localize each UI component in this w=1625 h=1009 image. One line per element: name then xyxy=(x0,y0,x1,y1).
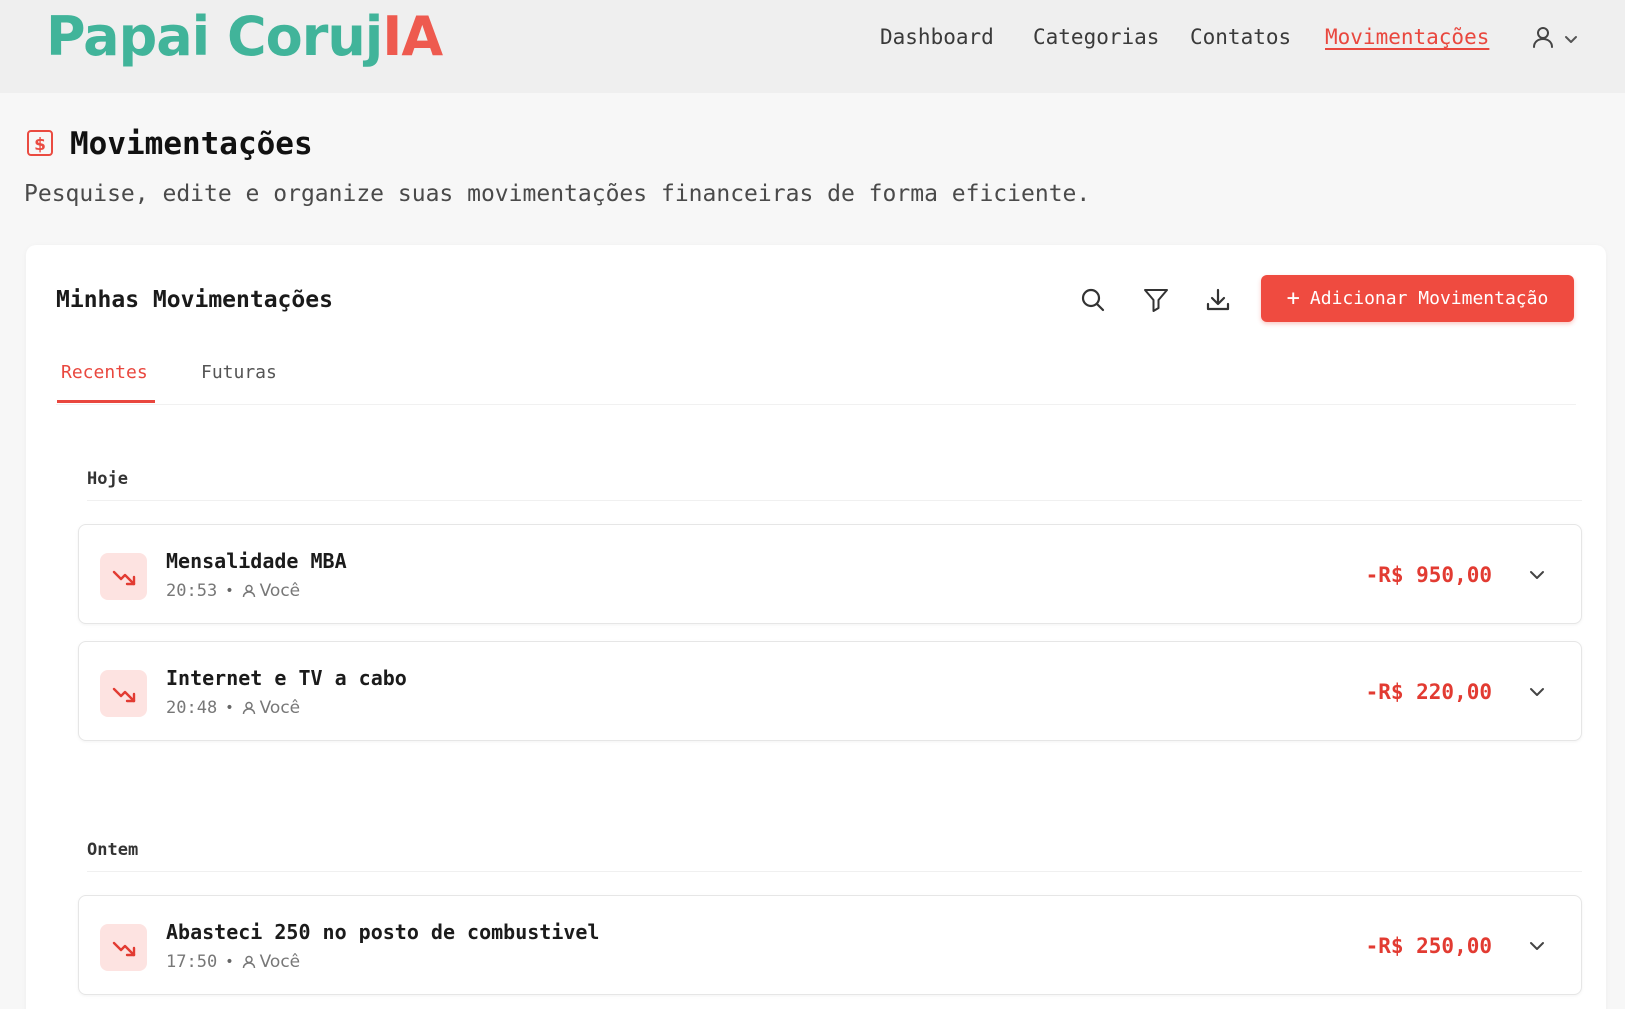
transaction-amount: -R$ 250,00 xyxy=(1365,934,1492,958)
transaction-item[interactable]: Internet e TV a cabo 20:48 • Você -R$ 22… xyxy=(78,641,1582,741)
trending-down-icon xyxy=(100,553,147,600)
transaction-amount: -R$ 220,00 xyxy=(1365,680,1492,704)
transaction-author-name: Você xyxy=(259,581,301,601)
transaction-author-name: Você xyxy=(259,952,301,972)
user-icon xyxy=(242,584,255,598)
page-title: Movimentações xyxy=(70,126,313,162)
transaction-meta: 20:48 • Você xyxy=(166,696,300,720)
card-title: Minhas Movimentações xyxy=(56,287,333,313)
dollar-sign-icon: $ xyxy=(26,128,54,158)
tabs-divider xyxy=(56,404,1576,405)
nav-contatos[interactable]: Contatos xyxy=(1190,22,1291,52)
transaction-author: Você xyxy=(242,696,301,720)
nav-dashboard[interactable]: Dashboard xyxy=(880,22,994,52)
transaction-amount: -R$ 950,00 xyxy=(1365,563,1492,587)
transaction-author: Você xyxy=(242,950,301,974)
group-divider xyxy=(87,871,1582,872)
search-icon[interactable] xyxy=(1078,285,1108,315)
transaction-time: 17:50 xyxy=(166,952,218,972)
download-icon[interactable] xyxy=(1203,285,1233,315)
user-icon xyxy=(242,955,255,969)
separator-dot: • xyxy=(225,583,234,599)
transaction-author-name: Você xyxy=(259,698,301,718)
add-transaction-label: Adicionar Movimentação xyxy=(1309,288,1549,309)
transaction-time: 20:53 xyxy=(166,581,218,601)
plus-icon: + xyxy=(1286,285,1300,311)
page-subtitle: Pesquise, edite e organize suas moviment… xyxy=(24,181,1091,207)
group-divider xyxy=(87,500,1582,501)
transaction-title: Abasteci 250 no posto de combustivel xyxy=(166,920,600,944)
chevron-down-icon[interactable] xyxy=(1525,934,1549,958)
separator-dot: • xyxy=(225,700,234,716)
nav-movimentacoes[interactable]: Movimentações xyxy=(1325,22,1489,52)
transaction-author: Você xyxy=(242,579,301,603)
transaction-item[interactable]: Abasteci 250 no posto de combustivel 17:… xyxy=(78,895,1582,995)
trending-down-icon xyxy=(100,924,147,971)
chevron-down-icon xyxy=(1564,30,1578,49)
user-icon xyxy=(1532,25,1554,53)
user-icon xyxy=(242,701,255,715)
nav-categorias[interactable]: Categorias xyxy=(1033,22,1159,52)
chevron-down-icon[interactable] xyxy=(1525,563,1549,587)
logo-text-part1: Papai Coruj xyxy=(46,5,383,68)
active-tab-indicator xyxy=(57,400,155,403)
trending-down-icon xyxy=(100,670,147,717)
transaction-time: 20:48 xyxy=(166,698,218,718)
filter-icon[interactable] xyxy=(1141,285,1171,315)
separator-dot: • xyxy=(225,954,234,970)
user-menu[interactable] xyxy=(1532,24,1594,54)
transaction-item[interactable]: Mensalidade MBA 20:53 • Você -R$ 950,00 xyxy=(78,524,1582,624)
group-label-hoje: Hoje xyxy=(87,469,128,489)
tab-futuras[interactable]: Futuras xyxy=(201,360,277,386)
transaction-title: Mensalidade MBA xyxy=(166,549,347,573)
group-label-ontem: Ontem xyxy=(87,840,139,860)
tab-recentes[interactable]: Recentes xyxy=(61,360,148,386)
app-logo[interactable]: Papai CorujIA xyxy=(46,2,443,72)
svg-text:$: $ xyxy=(34,135,46,155)
top-navigation-bar: Papai CorujIA Dashboard Categorias Conta… xyxy=(0,0,1625,93)
transaction-meta: 20:53 • Você xyxy=(166,579,300,603)
chevron-down-icon[interactable] xyxy=(1525,680,1549,704)
add-transaction-button[interactable]: + Adicionar Movimentação xyxy=(1261,275,1574,322)
logo-text-part2: IA xyxy=(382,5,443,68)
transaction-title: Internet e TV a cabo xyxy=(166,666,407,690)
transaction-meta: 17:50 • Você xyxy=(166,950,300,974)
transactions-card: Minhas Movimentações + Adicionar Movimen… xyxy=(26,245,1606,1009)
